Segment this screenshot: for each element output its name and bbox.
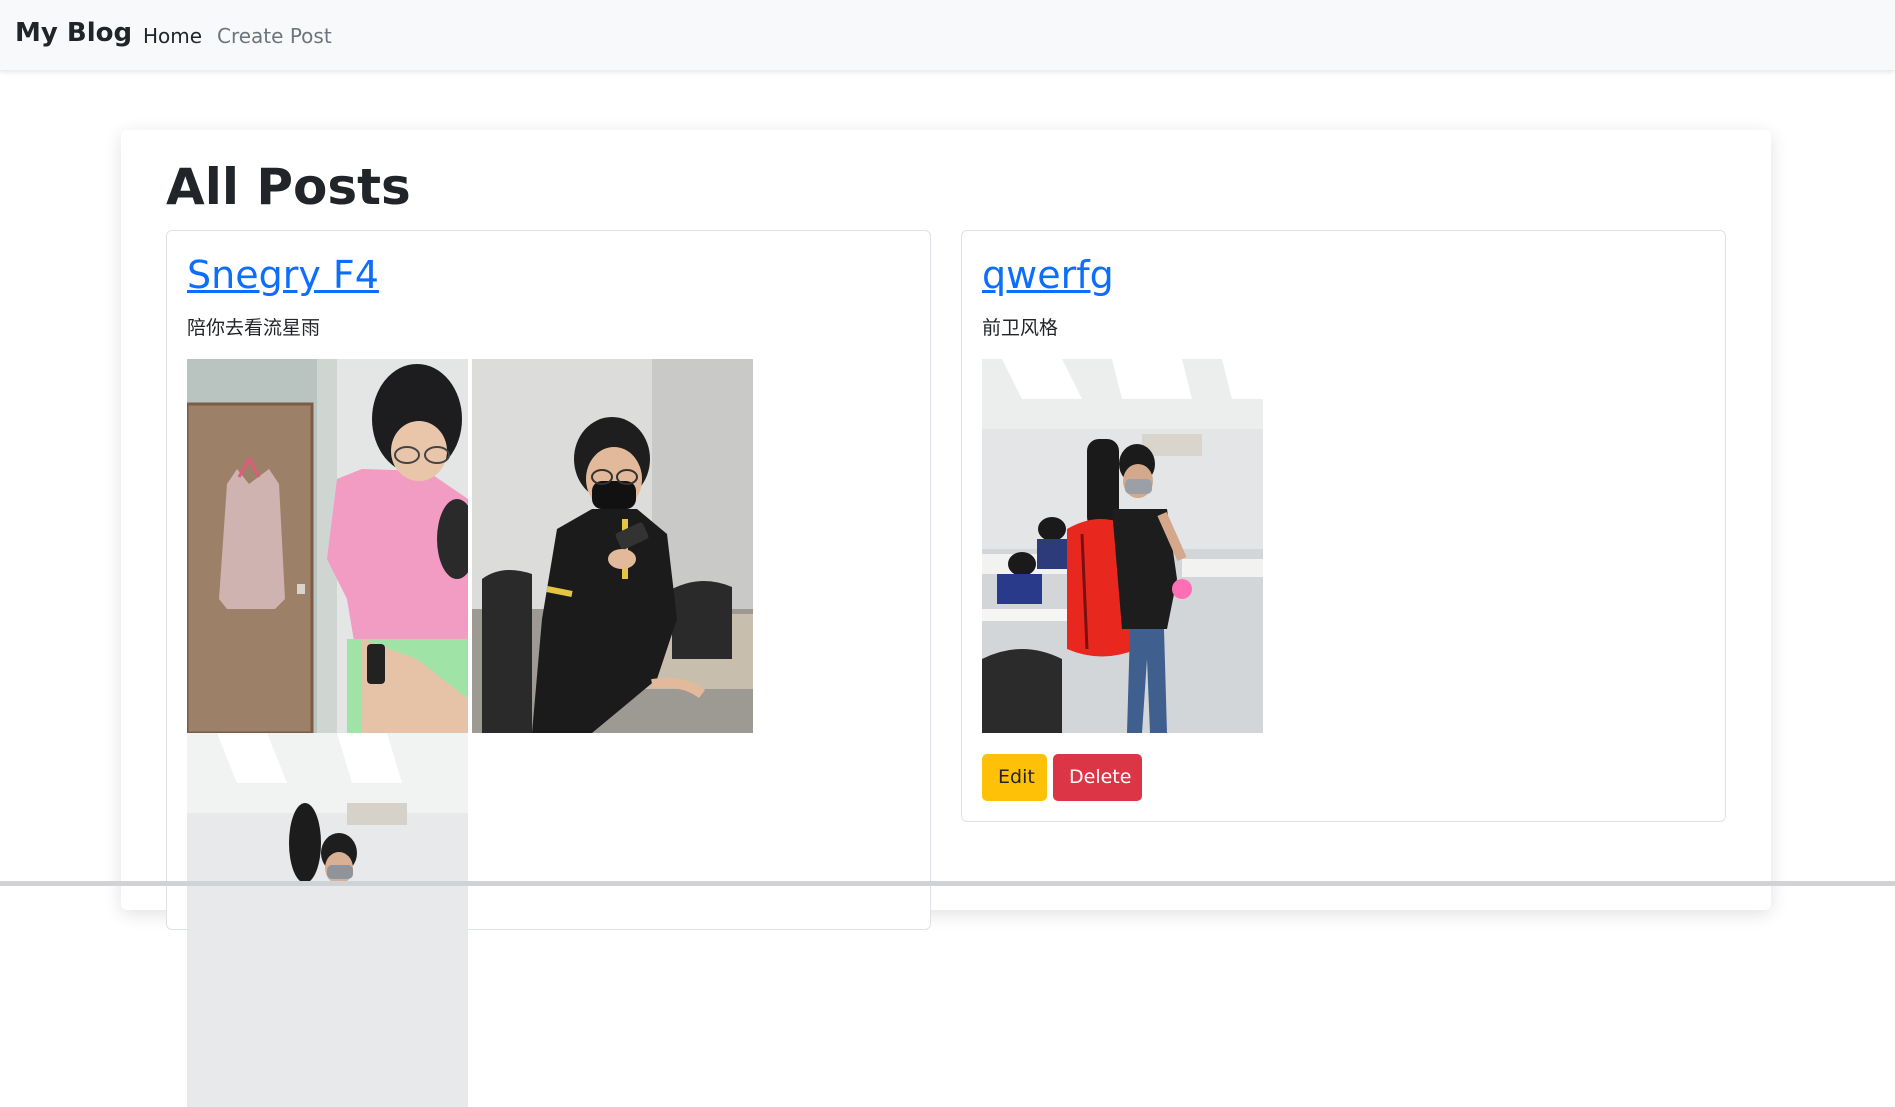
navbar: My Blog Home Create Post <box>0 0 1895 71</box>
student-with-red-bag-photo <box>982 359 1263 733</box>
post-body: 陪你去看流星雨 <box>187 317 321 339</box>
post-card: qwerfg 前卫风格 Edit Delete <box>961 230 1726 822</box>
delete-button[interactable]: Delete <box>1053 754 1142 801</box>
nav-link-home[interactable]: Home <box>143 24 202 48</box>
nav-link-create-post[interactable]: Create Post <box>217 24 332 48</box>
window-bottom-border <box>0 881 1895 886</box>
edit-button[interactable]: Edit <box>982 754 1047 801</box>
post-image-fitting-room[interactable] <box>187 359 468 733</box>
post-image-student-with-red-bag[interactable] <box>982 359 1263 733</box>
post-body: 前卫风格 <box>982 317 1059 339</box>
post-image-classroom[interactable] <box>187 733 468 1107</box>
student-with-phone-photo <box>472 359 753 733</box>
post-card: Snegry F4 陪你去看流星雨 <box>166 230 931 1107</box>
brand-logo-link[interactable]: My Blog <box>15 18 132 48</box>
classroom-photo <box>187 733 468 1107</box>
page-title: All Posts <box>166 158 411 216</box>
post-title-link[interactable]: Snegry F4 <box>187 253 379 297</box>
fitting-room-photo <box>187 359 468 733</box>
post-title-link[interactable]: qwerfg <box>982 253 1114 297</box>
post-image-student-with-phone[interactable] <box>472 359 753 733</box>
